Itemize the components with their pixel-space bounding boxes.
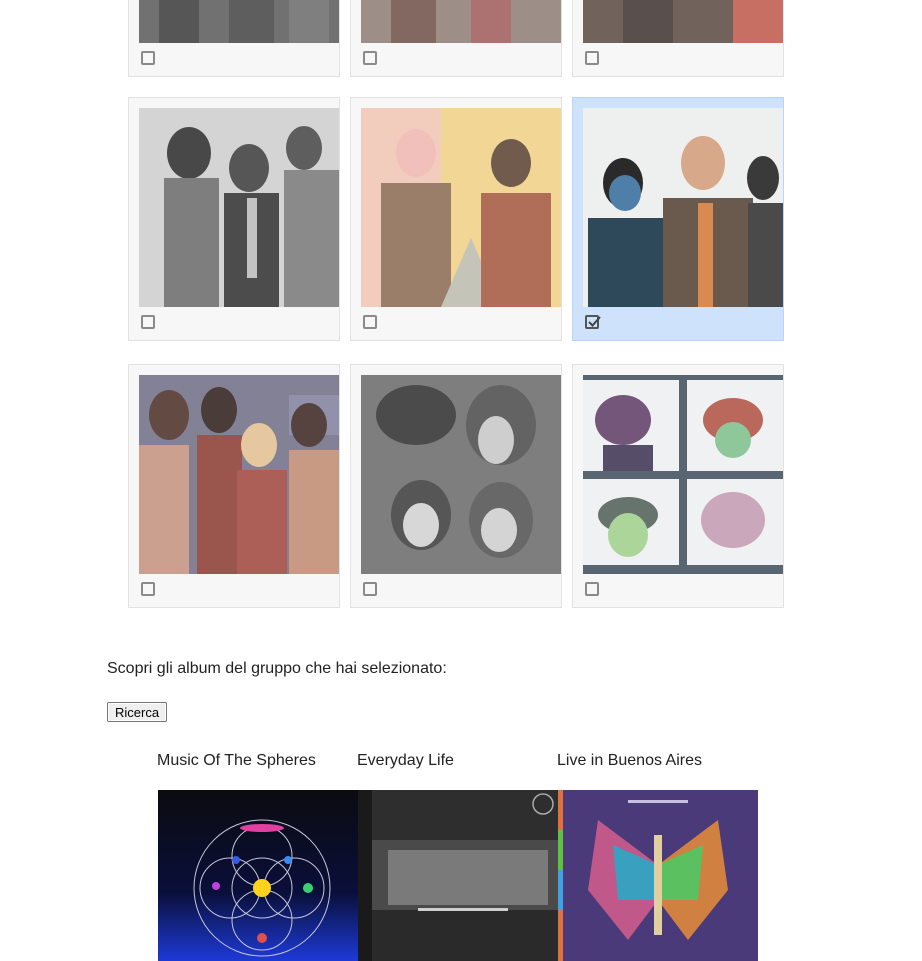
- band-photo: [139, 375, 339, 574]
- band-checkbox[interactable]: [585, 582, 599, 596]
- band-card-2[interactable]: [350, 0, 562, 77]
- check-icon: [588, 316, 601, 327]
- band-card-3[interactable]: [572, 0, 784, 77]
- band-checkbox[interactable]: [585, 51, 599, 65]
- band-photo: [361, 0, 561, 43]
- band-card-acdc[interactable]: [128, 97, 340, 341]
- band-photo: [583, 375, 783, 574]
- band-checkbox[interactable]: [363, 582, 377, 596]
- band-photo: [361, 108, 561, 307]
- band-photo: [583, 108, 783, 307]
- selection-prompt: Scopri gli album del gruppo che hai sele…: [107, 660, 447, 677]
- band-card-twenty-one-pilots[interactable]: [350, 97, 562, 341]
- band-checkbox[interactable]: [363, 51, 377, 65]
- band-card-gorillaz[interactable]: [572, 364, 784, 608]
- band-photo: [361, 375, 561, 574]
- band-checkbox[interactable]: [141, 51, 155, 65]
- band-card-1[interactable]: [128, 0, 340, 77]
- band-photo: [139, 108, 339, 307]
- album-cover-live-in-buenos-aires[interactable]: [558, 790, 758, 961]
- band-checkbox[interactable]: [141, 582, 155, 596]
- band-card-coldplay[interactable]: [572, 97, 784, 341]
- band-card-pink-floyd[interactable]: [350, 364, 562, 608]
- search-button[interactable]: Ricerca: [107, 702, 168, 722]
- album-cover-music-of-the-spheres[interactable]: [158, 790, 358, 961]
- band-card-maneskin[interactable]: [128, 364, 340, 608]
- album-title: Music Of The Spheres: [157, 752, 316, 769]
- band-photo: [139, 0, 339, 43]
- band-checkbox[interactable]: [363, 315, 377, 329]
- band-checkbox[interactable]: [585, 315, 601, 329]
- album-title: Live in Buenos Aires: [557, 752, 702, 769]
- band-checkbox[interactable]: [141, 315, 155, 329]
- album-title: Everyday Life: [357, 752, 454, 769]
- band-photo: [583, 0, 783, 43]
- album-cover-everyday-life[interactable]: [358, 790, 558, 961]
